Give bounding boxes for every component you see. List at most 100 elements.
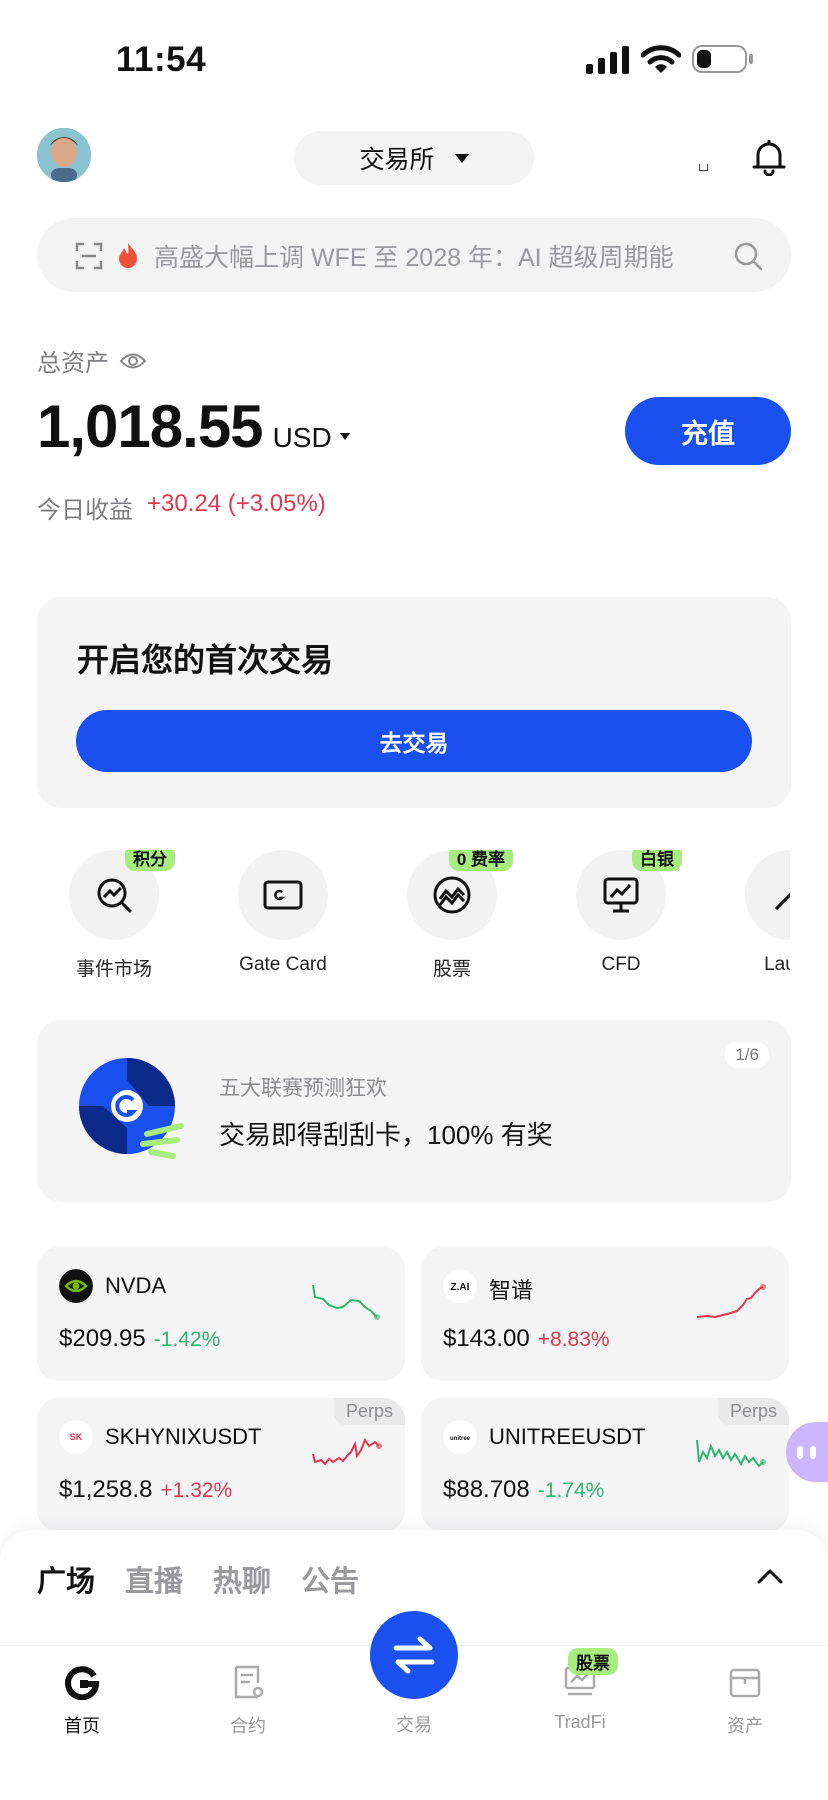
feed-tab-announcements[interactable]: 公告 (301, 1558, 359, 1600)
promo-title: 交易即得刮刮卡，100% 有奖 (219, 1120, 553, 1150)
svg-text:SK: SK (70, 1432, 83, 1442)
tab-label: TradFi (554, 1712, 606, 1732)
quick-label: Launc (764, 954, 790, 975)
quick-circle: 白银 (576, 850, 682, 940)
go-trade-button[interactable]: 去交易 (76, 710, 752, 772)
assistant-bubble[interactable] (786, 1422, 828, 1482)
tab-assets[interactable]: 资产 (685, 1664, 805, 1738)
card-icon (263, 880, 303, 910)
chevron-up-icon[interactable] (757, 1568, 783, 1584)
tab-label: 资产 (727, 1716, 763, 1736)
promo-subtitle: 五大联赛预测狂欢 (219, 1077, 387, 1100)
chart-monitor-icon (603, 877, 639, 913)
feed-tabs: 广场 直播 热聊 公告 (37, 1558, 359, 1600)
exchange-label: 交易所 (359, 146, 435, 174)
quick-circle: 0 费率 (407, 850, 513, 940)
quick-label: 股票 (432, 959, 471, 980)
feed-tab-hot-chat[interactable]: 热聊 (213, 1558, 271, 1600)
exchange-switch[interactable]: 交易所 (294, 131, 534, 185)
search-bar[interactable]: 高盛大幅上调 WFE 至 2028 年：AI 超级周期能 (37, 218, 791, 292)
sparkline (312, 1437, 382, 1466)
soccer-ball-icon (79, 1058, 184, 1159)
swap-arrows-icon (393, 1636, 435, 1674)
launch-icon (774, 883, 790, 911)
total-balance: 1,018.55 (37, 393, 264, 460)
search-ticker[interactable]: 高盛大幅上调 WFE 至 2028 年：AI 超级周期能 (154, 238, 734, 274)
market-card-zhipu[interactable]: Z.AI 智谱 $143.00 +8.83% (421, 1247, 789, 1381)
bubble-eye-icon (797, 1445, 803, 1459)
battery-icon (692, 45, 753, 73)
promo-banner[interactable]: 五大联赛预测狂欢 交易即得刮刮卡，100% 有奖 1/6 (37, 1020, 791, 1202)
quick-circle: 积分 (69, 850, 175, 940)
market-name: SKHYNIXUSDT (105, 1424, 262, 1449)
market-name: NVDA (105, 1273, 167, 1298)
market-card-unitree[interactable]: Perps unitree UNITREEUSDT $88.708 -1.74% (421, 1398, 789, 1532)
market-price-row: $143.00 +8.83% (443, 1325, 610, 1353)
assets-label: 总资产 (37, 350, 109, 377)
market-change: -1.42% (153, 1328, 221, 1351)
quick-circle (238, 850, 328, 940)
eye-icon[interactable] (119, 351, 147, 371)
fire-icon (119, 243, 137, 268)
perps-tag: Perps (717, 1398, 789, 1425)
today-pnl-value: +30.24 (+3.05%) (147, 490, 326, 517)
market-price: $88.708 (443, 1476, 530, 1503)
tab-contract[interactable]: 合约 (188, 1664, 308, 1738)
scan-icon[interactable] (75, 242, 103, 270)
status-time: 11:54 (116, 40, 207, 79)
unitree-logo-icon: unitree (443, 1420, 477, 1454)
svg-text:Z.AI: Z.AI (451, 1282, 470, 1293)
market-name: 智谱 (489, 1278, 534, 1303)
quick-item-cfd[interactable]: 白银 CFD (561, 850, 682, 976)
market-name: UNITREEUSDT (489, 1424, 646, 1449)
first-trade-card: 开启您的首次交易 去交易 (37, 597, 791, 808)
quick-badge: 0 费率 (448, 850, 513, 871)
perps-tag: Perps (333, 1398, 405, 1425)
tab-home[interactable]: 首页 (22, 1664, 142, 1738)
market-change: +8.83% (537, 1328, 610, 1351)
quick-item-stocks[interactable]: 0 费率 股票 (392, 850, 513, 980)
quick-actions: 积分 事件市场 Gate Card 0 费率 股票 白银 CFD La (0, 850, 790, 980)
quick-item-launch[interactable]: A Launc (730, 850, 790, 976)
top-nav: 交易所 (0, 128, 828, 188)
first-trade-title: 开启您的首次交易 (77, 642, 334, 678)
quick-label: Gate Card (239, 954, 327, 975)
wifi-icon (641, 45, 681, 73)
signal-icon (586, 46, 629, 74)
nvidia-logo-icon (59, 1269, 93, 1303)
quick-item-event-market[interactable]: 积分 事件市场 (54, 850, 175, 980)
trade-fab-button[interactable] (370, 1611, 458, 1699)
market-price-row: $88.708 -1.74% (443, 1476, 604, 1504)
tradfi-badge: 股票 (568, 1648, 618, 1675)
currency-caret-icon[interactable] (339, 433, 350, 440)
wallet-icon (729, 1668, 761, 1698)
market-price: $209.95 (59, 1325, 146, 1352)
contract-icon (234, 1665, 264, 1699)
feed-tab-live[interactable]: 直播 (125, 1558, 183, 1600)
market-card-nvda[interactable]: NVDA $209.95 -1.42% (37, 1247, 405, 1381)
market-price: $1,258.8 (59, 1476, 153, 1503)
avatar[interactable] (37, 128, 91, 182)
currency-selector[interactable]: USD (273, 422, 332, 454)
bubble-eye-icon (810, 1445, 816, 1459)
feed-tab-square[interactable]: 广场 (37, 1558, 95, 1600)
balance-row: 1,018.55 USD (37, 392, 350, 461)
sparkline (312, 1284, 380, 1320)
quick-label: 事件市场 (75, 959, 152, 980)
sparkline (696, 1439, 766, 1468)
bracket-icon (699, 164, 708, 171)
svg-text:unitree: unitree (450, 1436, 471, 1442)
today-pnl-row: 今日收益 +30.24 (+3.05%) (37, 490, 326, 525)
market-card-skhynix[interactable]: Perps SK SKHYNIXUSDT $1,258.8 +1.32% (37, 1398, 405, 1532)
today-pnl-label: 今日收益 (37, 497, 133, 524)
tab-trade-label[interactable]: 交易 (354, 1711, 474, 1737)
quick-item-gate-card[interactable]: Gate Card (223, 850, 343, 976)
quick-badge: 白银 (632, 850, 682, 871)
promo-page-indicator: 1/6 (725, 1042, 769, 1068)
deposit-button[interactable]: 充值 (625, 397, 791, 465)
event-market-icon (97, 878, 132, 913)
quick-label: CFD (601, 954, 641, 975)
bell-icon[interactable] (752, 140, 786, 176)
search-icon[interactable] (732, 240, 764, 272)
sparkline (696, 1284, 766, 1319)
